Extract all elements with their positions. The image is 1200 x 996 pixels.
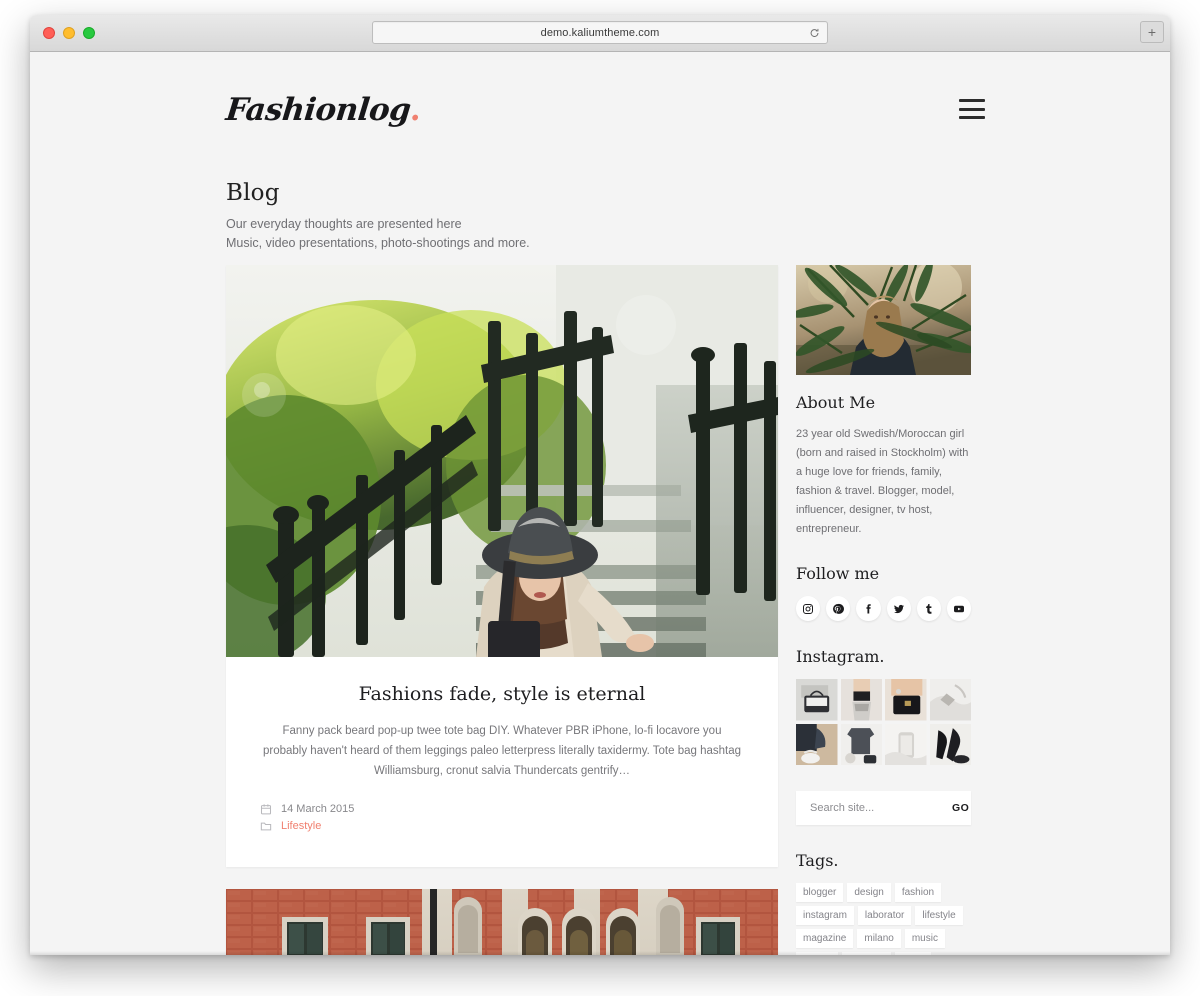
about-me-image [796, 265, 971, 375]
page-subtitle-line-1: Our everyday thoughts are presented here [226, 217, 462, 231]
page-subtitle-line-2: Music, video presentations, photo-shooti… [226, 236, 530, 251]
post-meta: 14 March 2015 Lifestyle [260, 803, 744, 832]
browser-window: demo.kaliumtheme.com + Fashionlog. Blog … [30, 15, 1170, 955]
post-excerpt: Fanny pack beard pop-up twee tote bag DI… [262, 725, 742, 778]
url-text: demo.kaliumtheme.com [540, 26, 660, 39]
instagram-title: Instagram. [796, 647, 885, 667]
social-links [796, 596, 972, 622]
new-tab-button[interactable]: + [1140, 21, 1164, 43]
calendar-icon [260, 804, 272, 815]
logo-text: Fashionlog [224, 92, 413, 128]
minimize-window-button[interactable] [63, 27, 75, 39]
tag-item[interactable]: lifestyle [915, 906, 963, 926]
tag-item[interactable]: paris [894, 952, 931, 955]
search-input[interactable] [810, 802, 952, 815]
tag-item[interactable]: milano [857, 929, 901, 949]
post-title[interactable]: Fashions fade, style is eternal [260, 683, 744, 705]
folder-icon [260, 823, 272, 831]
widget-follow-me: Follow me [796, 564, 972, 622]
instagram-thumb[interactable] [885, 723, 927, 766]
facebook-icon[interactable] [856, 596, 881, 622]
search-go-button[interactable]: GO [952, 802, 969, 814]
tag-item[interactable]: music [904, 929, 945, 949]
site-header: Fashionlog. [30, 52, 1170, 162]
tag-cloud: blogger design fashion instagram laborat… [796, 883, 971, 955]
instagram-thumb[interactable] [929, 679, 971, 721]
page-intro: Blog Our everyday thoughts are presented… [226, 180, 826, 254]
tags-title: Tags. [796, 851, 839, 871]
hamburger-line-3 [959, 116, 985, 119]
follow-me-title: Follow me [796, 564, 880, 584]
instagram-thumb[interactable] [796, 679, 838, 721]
tag-item[interactable]: fashion [894, 883, 942, 903]
widget-about-me: About Me 23 year old Swedish/Moroccan gi… [796, 265, 971, 538]
widget-instagram: Instagram. [796, 647, 971, 766]
about-me-title: About Me [796, 393, 876, 412]
search-form[interactable]: GO [796, 791, 971, 826]
post-date: 14 March 2015 [281, 803, 355, 816]
tag-item[interactable]: nature [796, 952, 839, 955]
hamburger-line-1 [959, 99, 985, 102]
page-viewport: Fashionlog. Blog Our everyday thoughts a… [30, 52, 1170, 955]
page-subtitle: Our everyday thoughts are presented here… [226, 215, 826, 254]
sidebar: About Me 23 year old Swedish/Moroccan gi… [796, 265, 972, 955]
widget-search: GO [796, 791, 971, 826]
instagram-icon[interactable] [796, 596, 821, 622]
post-list: Fashions fade, style is eternal Fanny pa… [226, 265, 778, 955]
post-body: Fashions fade, style is eternal Fanny pa… [226, 657, 778, 867]
post-category-row: Lifestyle [260, 820, 744, 832]
hamburger-line-2 [959, 107, 985, 111]
site-logo[interactable]: Fashionlog. [224, 92, 423, 128]
twitter-icon[interactable] [886, 596, 911, 622]
page-title: Blog [226, 180, 280, 206]
post-category-link[interactable]: Lifestyle [281, 820, 321, 832]
instagram-thumb[interactable] [885, 679, 927, 721]
reload-icon[interactable] [809, 27, 820, 38]
content-area: Fashions fade, style is eternal Fanny pa… [226, 265, 974, 955]
tag-item[interactable]: design [847, 883, 891, 903]
tag-item[interactable]: laborator [857, 906, 912, 926]
widget-tags: Tags. blogger design fashion instagram l… [796, 851, 971, 955]
instagram-grid [796, 679, 971, 766]
maximize-window-button[interactable] [83, 27, 95, 39]
instagram-thumb[interactable] [929, 723, 971, 766]
hamburger-menu-icon[interactable] [959, 99, 985, 119]
tag-item[interactable]: nightlife [842, 952, 891, 955]
youtube-icon[interactable] [946, 596, 972, 622]
instagram-thumb[interactable] [840, 679, 882, 721]
instagram-thumb[interactable] [840, 723, 882, 766]
post-card[interactable]: ROYALCOLLEGE OFMUSIC [226, 889, 778, 955]
tag-item[interactable]: instagram [796, 906, 854, 926]
post-date-row: 14 March 2015 [260, 803, 744, 815]
tag-item[interactable]: blogger [796, 883, 844, 903]
window-traffic-lights [43, 27, 95, 39]
post-featured-image[interactable]: ROYALCOLLEGE OFMUSIC [226, 889, 778, 955]
about-me-text: 23 year old Swedish/Moroccan girl (born … [796, 428, 969, 535]
tag-item[interactable]: magazine [796, 929, 854, 949]
post-card[interactable]: Fashions fade, style is eternal Fanny pa… [226, 265, 778, 868]
post-featured-image[interactable] [226, 265, 778, 657]
browser-chrome-bar: demo.kaliumtheme.com + [30, 15, 1170, 52]
address-bar[interactable]: demo.kaliumtheme.com [372, 21, 828, 44]
pinterest-icon[interactable] [826, 596, 851, 622]
instagram-thumb[interactable] [796, 723, 838, 766]
tumblr-icon[interactable] [916, 596, 941, 622]
close-window-button[interactable] [43, 27, 55, 39]
